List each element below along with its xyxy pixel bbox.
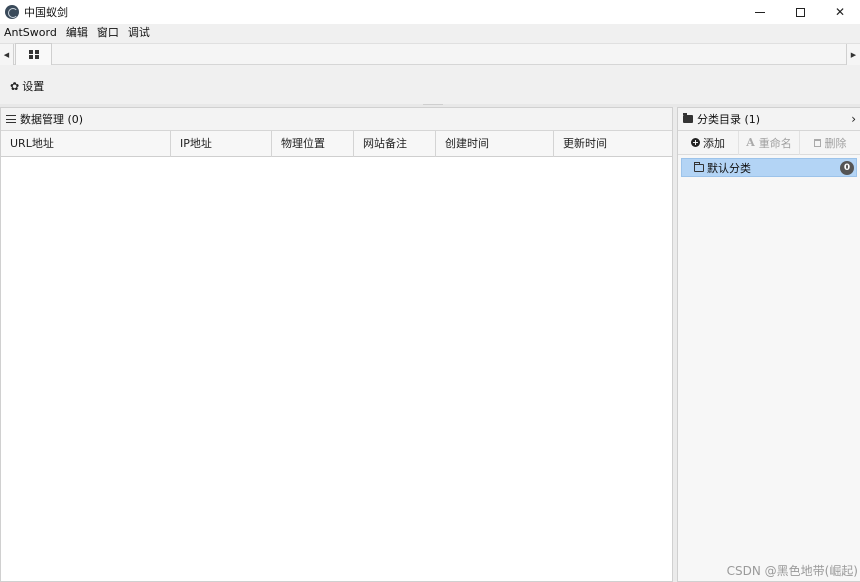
window-controls: ✕	[740, 0, 860, 24]
category-panel-title: 分类目录 (1)	[697, 113, 761, 126]
caret-left-icon: ◀	[3, 50, 10, 59]
rename-category-button[interactable]: A 重命名	[739, 130, 800, 155]
column-ip[interactable]: IP地址	[171, 131, 272, 157]
rename-category-label: 重命名	[758, 136, 792, 150]
folder-icon	[683, 113, 693, 123]
menu-antsword[interactable]: AntSword	[0, 24, 62, 42]
settings-label: 设置	[22, 80, 45, 93]
title-bar: 中国蚁剑 ✕	[0, 0, 860, 24]
column-location[interactable]: 物理位置	[272, 131, 354, 157]
splitter-grip[interactable]	[423, 104, 443, 106]
category-panel: 分类目录 (1) › + 添加 A 重命名 删除 默认分类 0	[677, 107, 860, 582]
window-title: 中国蚁剑	[24, 6, 68, 19]
settings-button[interactable]: ✿ 设置	[10, 78, 44, 94]
menu-window[interactable]: 窗口	[93, 24, 124, 42]
menu-edit[interactable]: 编辑	[62, 24, 93, 42]
list-icon	[6, 115, 16, 123]
delete-category-button[interactable]: 删除	[800, 131, 860, 155]
category-list: 默认分类 0	[678, 155, 860, 180]
folder-outline-icon	[694, 161, 704, 172]
menu-debug[interactable]: 调试	[124, 24, 155, 42]
column-created[interactable]: 创建时间	[436, 131, 554, 157]
app-logo-icon	[5, 5, 19, 19]
data-management-panel: 数据管理 (0) URL地址 IP地址 物理位置 网站备注 创建时间 更新时间	[0, 107, 673, 582]
grid-icon	[28, 50, 39, 59]
column-updated[interactable]: 更新时间	[554, 131, 672, 157]
maximize-icon	[795, 7, 805, 17]
tab-scroll-left-button[interactable]: ◀	[0, 44, 14, 65]
add-category-label: 添加	[703, 136, 725, 150]
tab-scroll-right-button[interactable]: ▶	[846, 44, 860, 65]
category-panel-header: 分类目录 (1) ›	[678, 108, 860, 131]
data-table-header: URL地址 IP地址 物理位置 网站备注 创建时间 更新时间	[1, 131, 672, 157]
watermark: CSDN @黑色地带(崛起)	[726, 564, 858, 578]
category-item-default[interactable]: 默认分类 0	[681, 158, 857, 177]
add-category-button[interactable]: + 添加	[678, 130, 739, 155]
category-count-badge: 0	[840, 161, 854, 175]
minimize-button[interactable]	[740, 0, 780, 24]
collapse-panel-button[interactable]: ›	[851, 112, 856, 126]
gear-icon: ✿	[10, 79, 20, 93]
column-url[interactable]: URL地址	[1, 131, 171, 157]
category-toolbar: + 添加 A 重命名 删除	[678, 130, 860, 155]
minimize-icon	[755, 11, 765, 13]
data-table-body[interactable]	[1, 157, 672, 580]
close-button[interactable]: ✕	[820, 0, 860, 24]
font-icon: A	[746, 136, 755, 149]
column-note[interactable]: 网站备注	[354, 131, 436, 157]
trash-icon	[813, 138, 821, 147]
maximize-button[interactable]	[780, 0, 820, 24]
data-panel-header: 数据管理 (0)	[1, 108, 672, 131]
tab-home[interactable]	[15, 43, 52, 65]
category-item-label: 默认分类	[707, 161, 751, 175]
data-panel-title: 数据管理 (0)	[20, 113, 84, 126]
plus-circle-icon: +	[691, 138, 700, 147]
tab-strip: ◀ ▶	[0, 43, 860, 65]
close-icon: ✕	[834, 5, 846, 19]
caret-right-icon: ▶	[850, 50, 857, 59]
main-toolbar: ✿ 设置	[0, 66, 860, 104]
menu-bar: AntSword 编辑 窗口 调试	[0, 24, 860, 42]
delete-category-label: 删除	[824, 136, 847, 150]
